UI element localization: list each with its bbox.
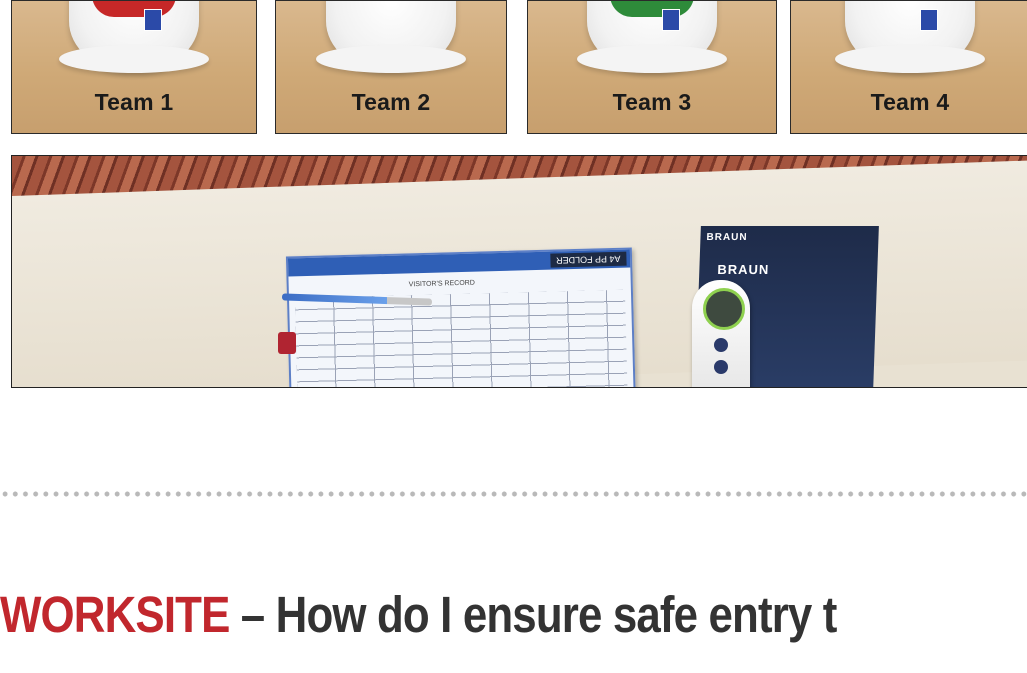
team-label: Team 3 [612,89,692,115]
dotted-divider [0,489,1027,499]
helmet-sticker [144,9,162,31]
section-heading: WORKSITE – How do I ensure safe entry t [0,582,883,648]
record-sheet-grid [295,289,628,387]
folder-tag: A4 PP FOLDER [549,251,627,268]
box-brand-front: BRAUN [717,262,770,277]
thermometer-image [692,280,750,387]
team-1-photo: Team 1 [11,0,257,134]
hard-hat-brim [59,45,209,73]
team-label: Team 2 [351,89,431,115]
team-label: Team 4 [870,89,950,115]
heading-text: – How do I ensure safe entry t [229,586,838,643]
box-brand-top: BRAUN [706,232,748,243]
hard-hat-brim [577,45,727,73]
team-2-photo: Team 2 [275,0,507,134]
helmet-sticker [662,9,680,31]
heading-accent: WORKSITE [0,586,230,643]
sheet-title: VISITOR'S RECORD [408,279,475,289]
helmet-color-band [92,1,176,17]
binder-clip-image [278,332,296,354]
team-4-photo: Team 4 [790,0,1027,134]
hard-hat-brim [316,45,466,73]
thermometer-button [714,338,728,352]
thermometer-screen [703,288,745,330]
team-3-photo: Team 3 [527,0,777,134]
helmet-sticker [920,9,938,31]
entry-station-photo: A4 PP FOLDER VISITOR'S RECORD BRAUN BRAU… [11,155,1027,388]
hard-hat-brim [835,45,985,73]
thermometer-button [714,360,728,374]
team-label: Team 1 [94,89,174,115]
visitor-record-folder: A4 PP FOLDER VISITOR'S RECORD [285,247,637,387]
helmet-color-band [610,1,694,17]
